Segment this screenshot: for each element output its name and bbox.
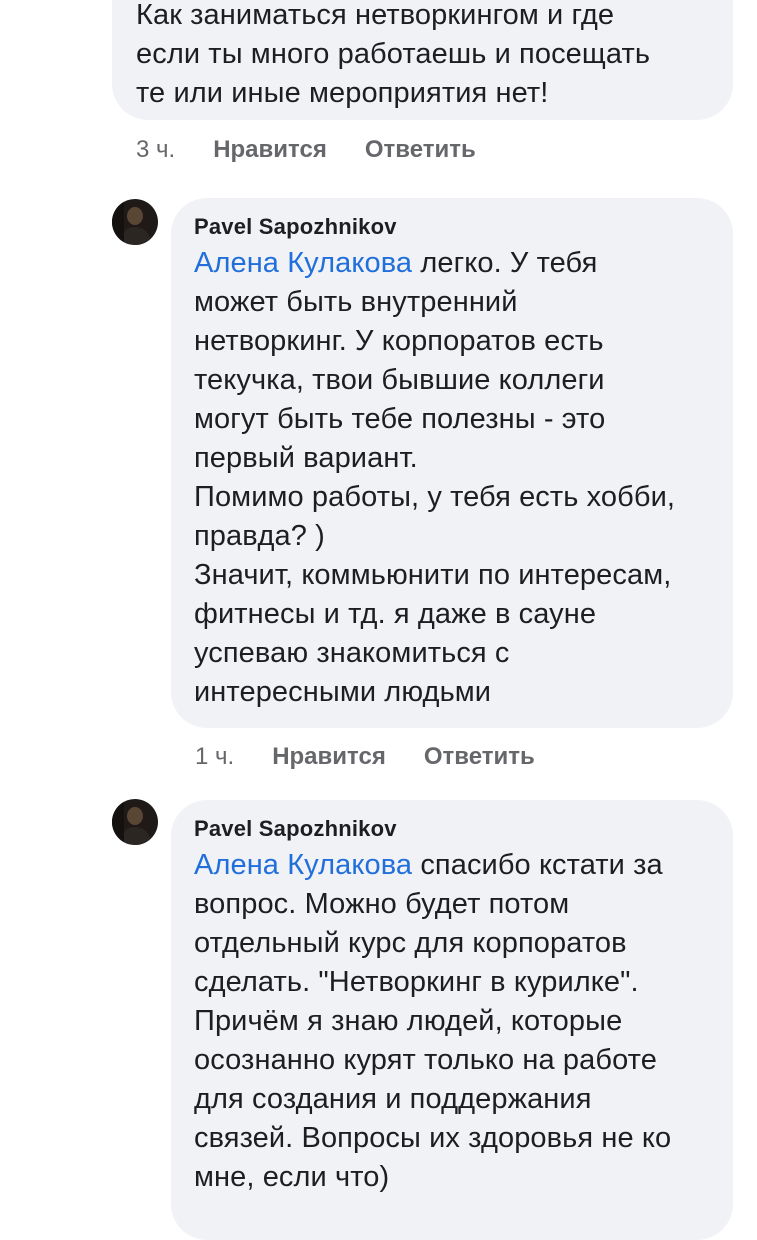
comment-bubble-3: Pavel Sapozhnikov Алена Кулакова спасибо…: [171, 800, 733, 1240]
comment-bubble-1: Как заниматься нетворкингом и где если т…: [112, 0, 733, 120]
comment-body: Алена Кулакова спасибо кстати за вопрос.…: [194, 846, 733, 1197]
comment-timestamp[interactable]: 1 ч.: [195, 743, 234, 771]
like-button[interactable]: Нравится: [272, 743, 386, 771]
comment-actions-2: 1 ч. Нравится Ответить: [195, 741, 535, 773]
comment-body: Алена Кулакова легко. У тебя может быть …: [194, 244, 733, 712]
like-button[interactable]: Нравится: [213, 136, 327, 164]
comment-actions-1: 3 ч. Нравится Ответить: [136, 134, 476, 166]
comment-text: легко. У тебя может быть внутренний нетв…: [194, 247, 676, 708]
comment-timestamp[interactable]: 3 ч.: [136, 136, 175, 164]
mention-link[interactable]: Алена Кулакова: [194, 247, 412, 279]
mention-link[interactable]: Алена Кулакова: [194, 849, 412, 881]
comment-text: Как заниматься нетворкингом и где если т…: [136, 0, 651, 109]
comment-bubble-2: Pavel Sapozhnikov Алена Кулакова легко. …: [171, 198, 733, 728]
avatar[interactable]: [112, 799, 158, 845]
comment-author[interactable]: Pavel Sapozhnikov: [194, 214, 733, 240]
reply-button[interactable]: Ответить: [365, 136, 476, 164]
comment-author[interactable]: Pavel Sapozhnikov: [194, 816, 733, 842]
comment-text: спасибо кстати за вопрос. Можно будет по…: [194, 849, 672, 1193]
avatar[interactable]: [112, 199, 158, 245]
reply-button[interactable]: Ответить: [424, 743, 535, 771]
